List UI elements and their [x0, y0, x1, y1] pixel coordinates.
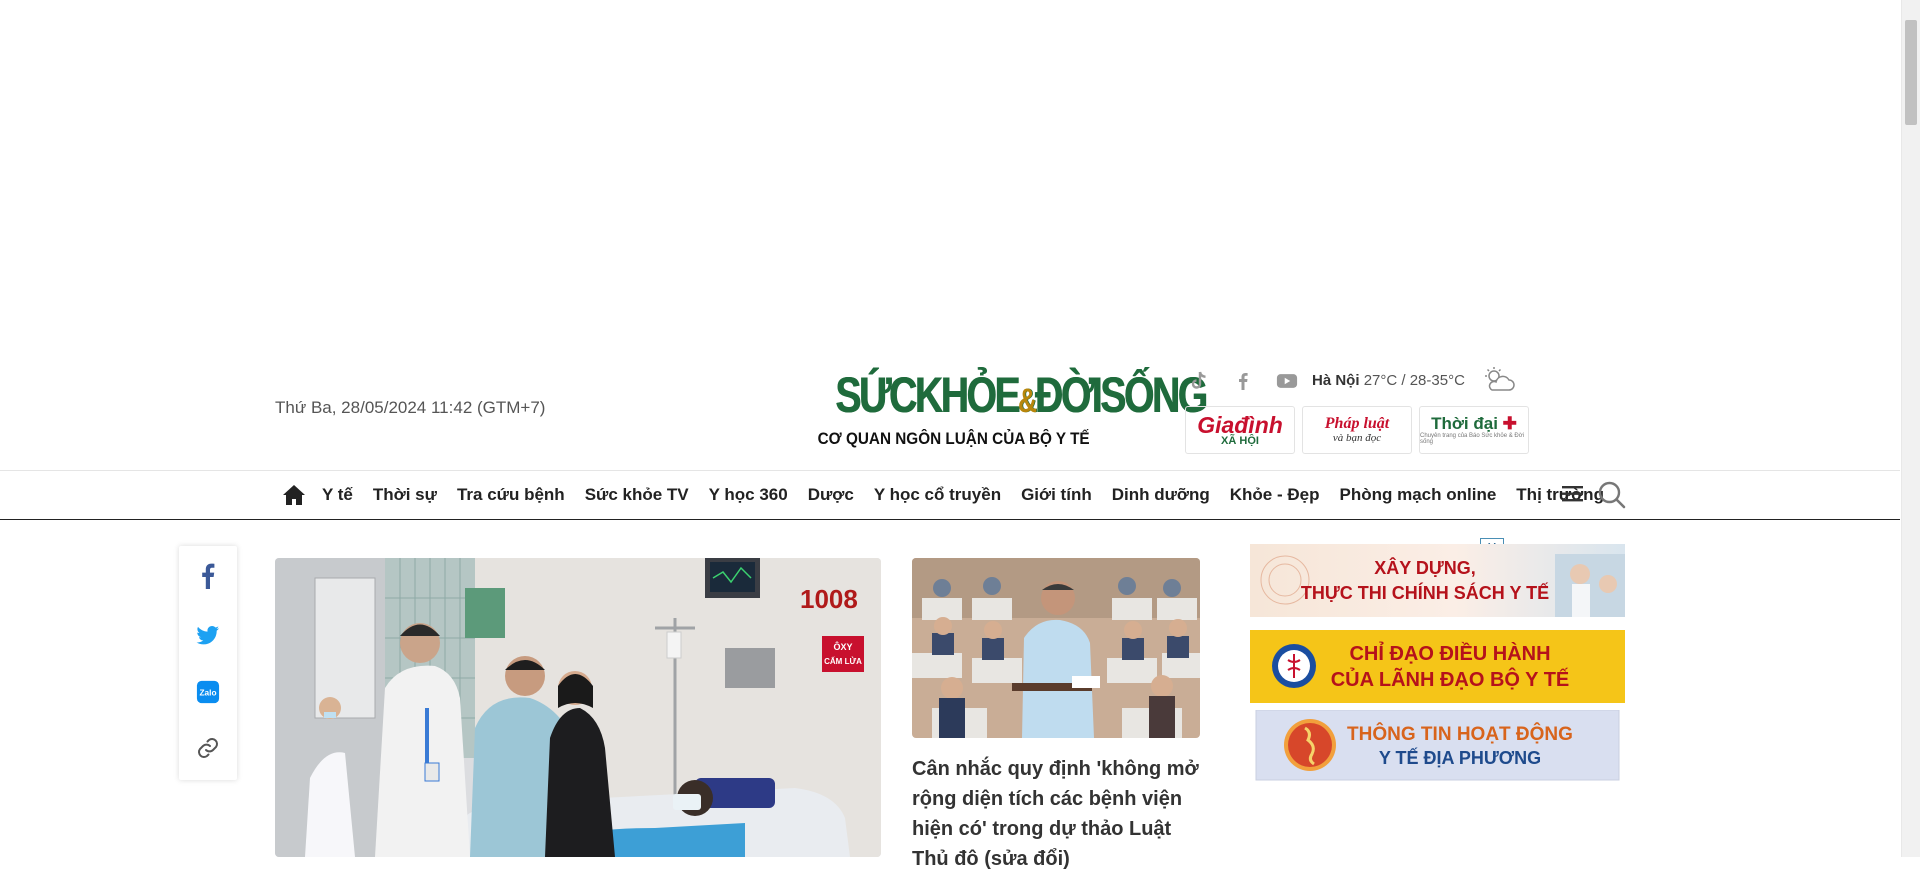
room-number-sign: 1008	[800, 584, 858, 614]
oxy-sign-line1: ÔXY	[833, 641, 852, 652]
weather-city: Hà Nội	[1312, 372, 1360, 389]
search-icon[interactable]	[1597, 480, 1627, 510]
ad2-line2: CỦA LÃNH ĐẠO BỘ Y TẾ	[1331, 667, 1570, 691]
main-navigation: Y tế Thời sự Tra cứu bệnh Sức khỏe TV Y …	[0, 470, 1900, 520]
facebook-share-icon[interactable]	[196, 563, 220, 589]
scrollbar-thumb[interactable]	[1905, 20, 1917, 125]
zalo-share-icon[interactable]: Zalo	[196, 680, 220, 704]
tiktok-icon[interactable]	[1188, 370, 1210, 392]
nav-item-y-te[interactable]: Y tế	[322, 485, 353, 505]
svg-text:Zalo: Zalo	[199, 688, 216, 698]
facebook-icon[interactable]	[1232, 370, 1254, 392]
hamburger-menu-icon[interactable]	[1562, 484, 1584, 504]
ad3-line2: Y TẾ ĐỊA PHƯƠNG	[1379, 747, 1541, 768]
side-article-image[interactable]	[912, 558, 1200, 738]
ad2-line1: CHỈ ĐẠO ĐIỀU HÀNH	[1349, 642, 1550, 665]
share-bar: Zalo	[179, 546, 237, 780]
nav-item-y-hoc-360[interactable]: Y học 360	[709, 485, 788, 505]
ad-banner-chi-dao-dieu-hanh[interactable]: CHỈ ĐẠO ĐIỀU HÀNH CỦA LÃNH ĐẠO BỘ Y TẾ	[1250, 630, 1625, 703]
side-article-title[interactable]: Cân nhắc quy định 'không mở rộng diện tí…	[912, 754, 1207, 874]
home-icon[interactable]	[282, 483, 306, 507]
logo-wordmark: SỨCKHỎE&ĐỜISỐNG	[835, 367, 1208, 423]
nav-item-phong-mach-online[interactable]: Phòng mạch online	[1340, 485, 1497, 505]
partner-thoidai[interactable]: Thời đại ✚ Chuyên trang của Báo Sức khỏe…	[1419, 406, 1529, 454]
nav-item-khoe-dep[interactable]: Khỏe - Đẹp	[1230, 485, 1320, 505]
ad1-line2: THỰC THI CHÍNH SÁCH Y TẾ	[1301, 582, 1549, 603]
ad3-line1: THÔNG TIN HOẠT ĐỘNG	[1347, 723, 1573, 745]
partner-sites: Giađình XÃ HỘI Pháp luật và bạn đọc Thời…	[1185, 406, 1529, 454]
nav-item-dinh-duong[interactable]: Dinh dưỡng	[1112, 485, 1210, 505]
nav-item-duoc[interactable]: Dược	[808, 485, 854, 505]
ad-banner-thong-tin-hoat-dong[interactable]: THÔNG TIN HOẠT ĐỘNG Y TẾ ĐỊA PHƯƠNG	[1250, 709, 1625, 783]
nav-item-y-hoc-co-truyen[interactable]: Y học cổ truyền	[874, 485, 1001, 505]
site-logo[interactable]: SỨCKHỎE&ĐỜISỐNG CƠ QUAN NGÔN LUẬN CỦA BỘ…	[803, 367, 1208, 449]
nav-item-tra-cuu-benh[interactable]: Tra cứu bệnh	[457, 485, 565, 505]
oxy-sign-line2: CẤM LỬA	[824, 656, 862, 666]
nav-item-thoi-su[interactable]: Thời sự	[373, 485, 437, 505]
partner-phapluat-bandoc[interactable]: Pháp luật và bạn đọc	[1302, 406, 1412, 454]
ad-banner-chinh-sach-y-te[interactable]: XÂY DỰNG, THỰC THI CHÍNH SÁCH Y TẾ	[1250, 544, 1625, 617]
logo-tagline: CƠ QUAN NGÔN LUẬN CỦA BỘ Y TẾ	[817, 429, 1090, 448]
nav-item-gioi-tinh[interactable]: Giới tính	[1021, 485, 1092, 505]
weather-temp: 27°C / 28-35°C	[1363, 372, 1465, 389]
nav-item-suc-khoe-tv[interactable]: Sức khỏe TV	[585, 485, 689, 505]
page-scrollbar[interactable]	[1901, 0, 1920, 857]
partly-cloudy-icon	[1482, 366, 1516, 399]
ad1-line1: XÂY DỰNG,	[1374, 557, 1476, 578]
weather-info: Hà Nội 27°C / 28-35°C	[1312, 372, 1465, 389]
youtube-icon[interactable]	[1276, 370, 1298, 392]
current-date: Thứ Ba, 28/05/2024 11:42 (GTM+7)	[275, 398, 546, 417]
hero-article-image[interactable]: 1008 ÔXY CẤM LỬA	[275, 558, 881, 857]
copy-link-icon[interactable]	[196, 736, 220, 760]
twitter-share-icon[interactable]	[196, 624, 220, 648]
nav-item-thi-truong[interactable]: Thị trường	[1516, 485, 1604, 505]
social-links	[1188, 370, 1298, 392]
partner-giadinh-xahoi[interactable]: Giađình XÃ HỘI	[1185, 406, 1295, 454]
